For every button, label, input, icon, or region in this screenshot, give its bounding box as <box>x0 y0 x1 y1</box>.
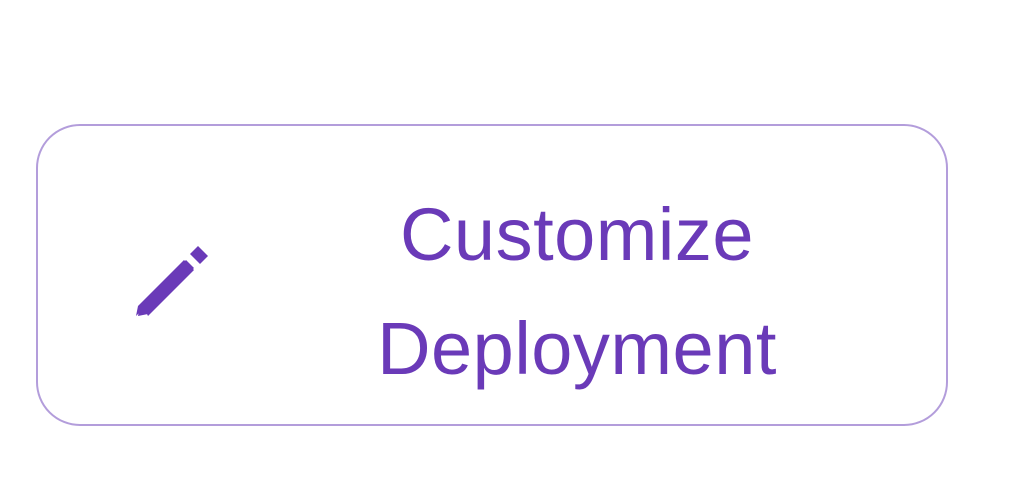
label-line-1: Customize <box>399 193 755 276</box>
pencil-icon <box>136 246 208 316</box>
label-line-2: Deployment <box>377 307 777 390</box>
customize-deployment-button[interactable]: Customize Deployment <box>36 124 948 426</box>
button-label: Customize Deployment <box>248 178 906 406</box>
stage: Customize Deployment <box>0 0 1024 489</box>
